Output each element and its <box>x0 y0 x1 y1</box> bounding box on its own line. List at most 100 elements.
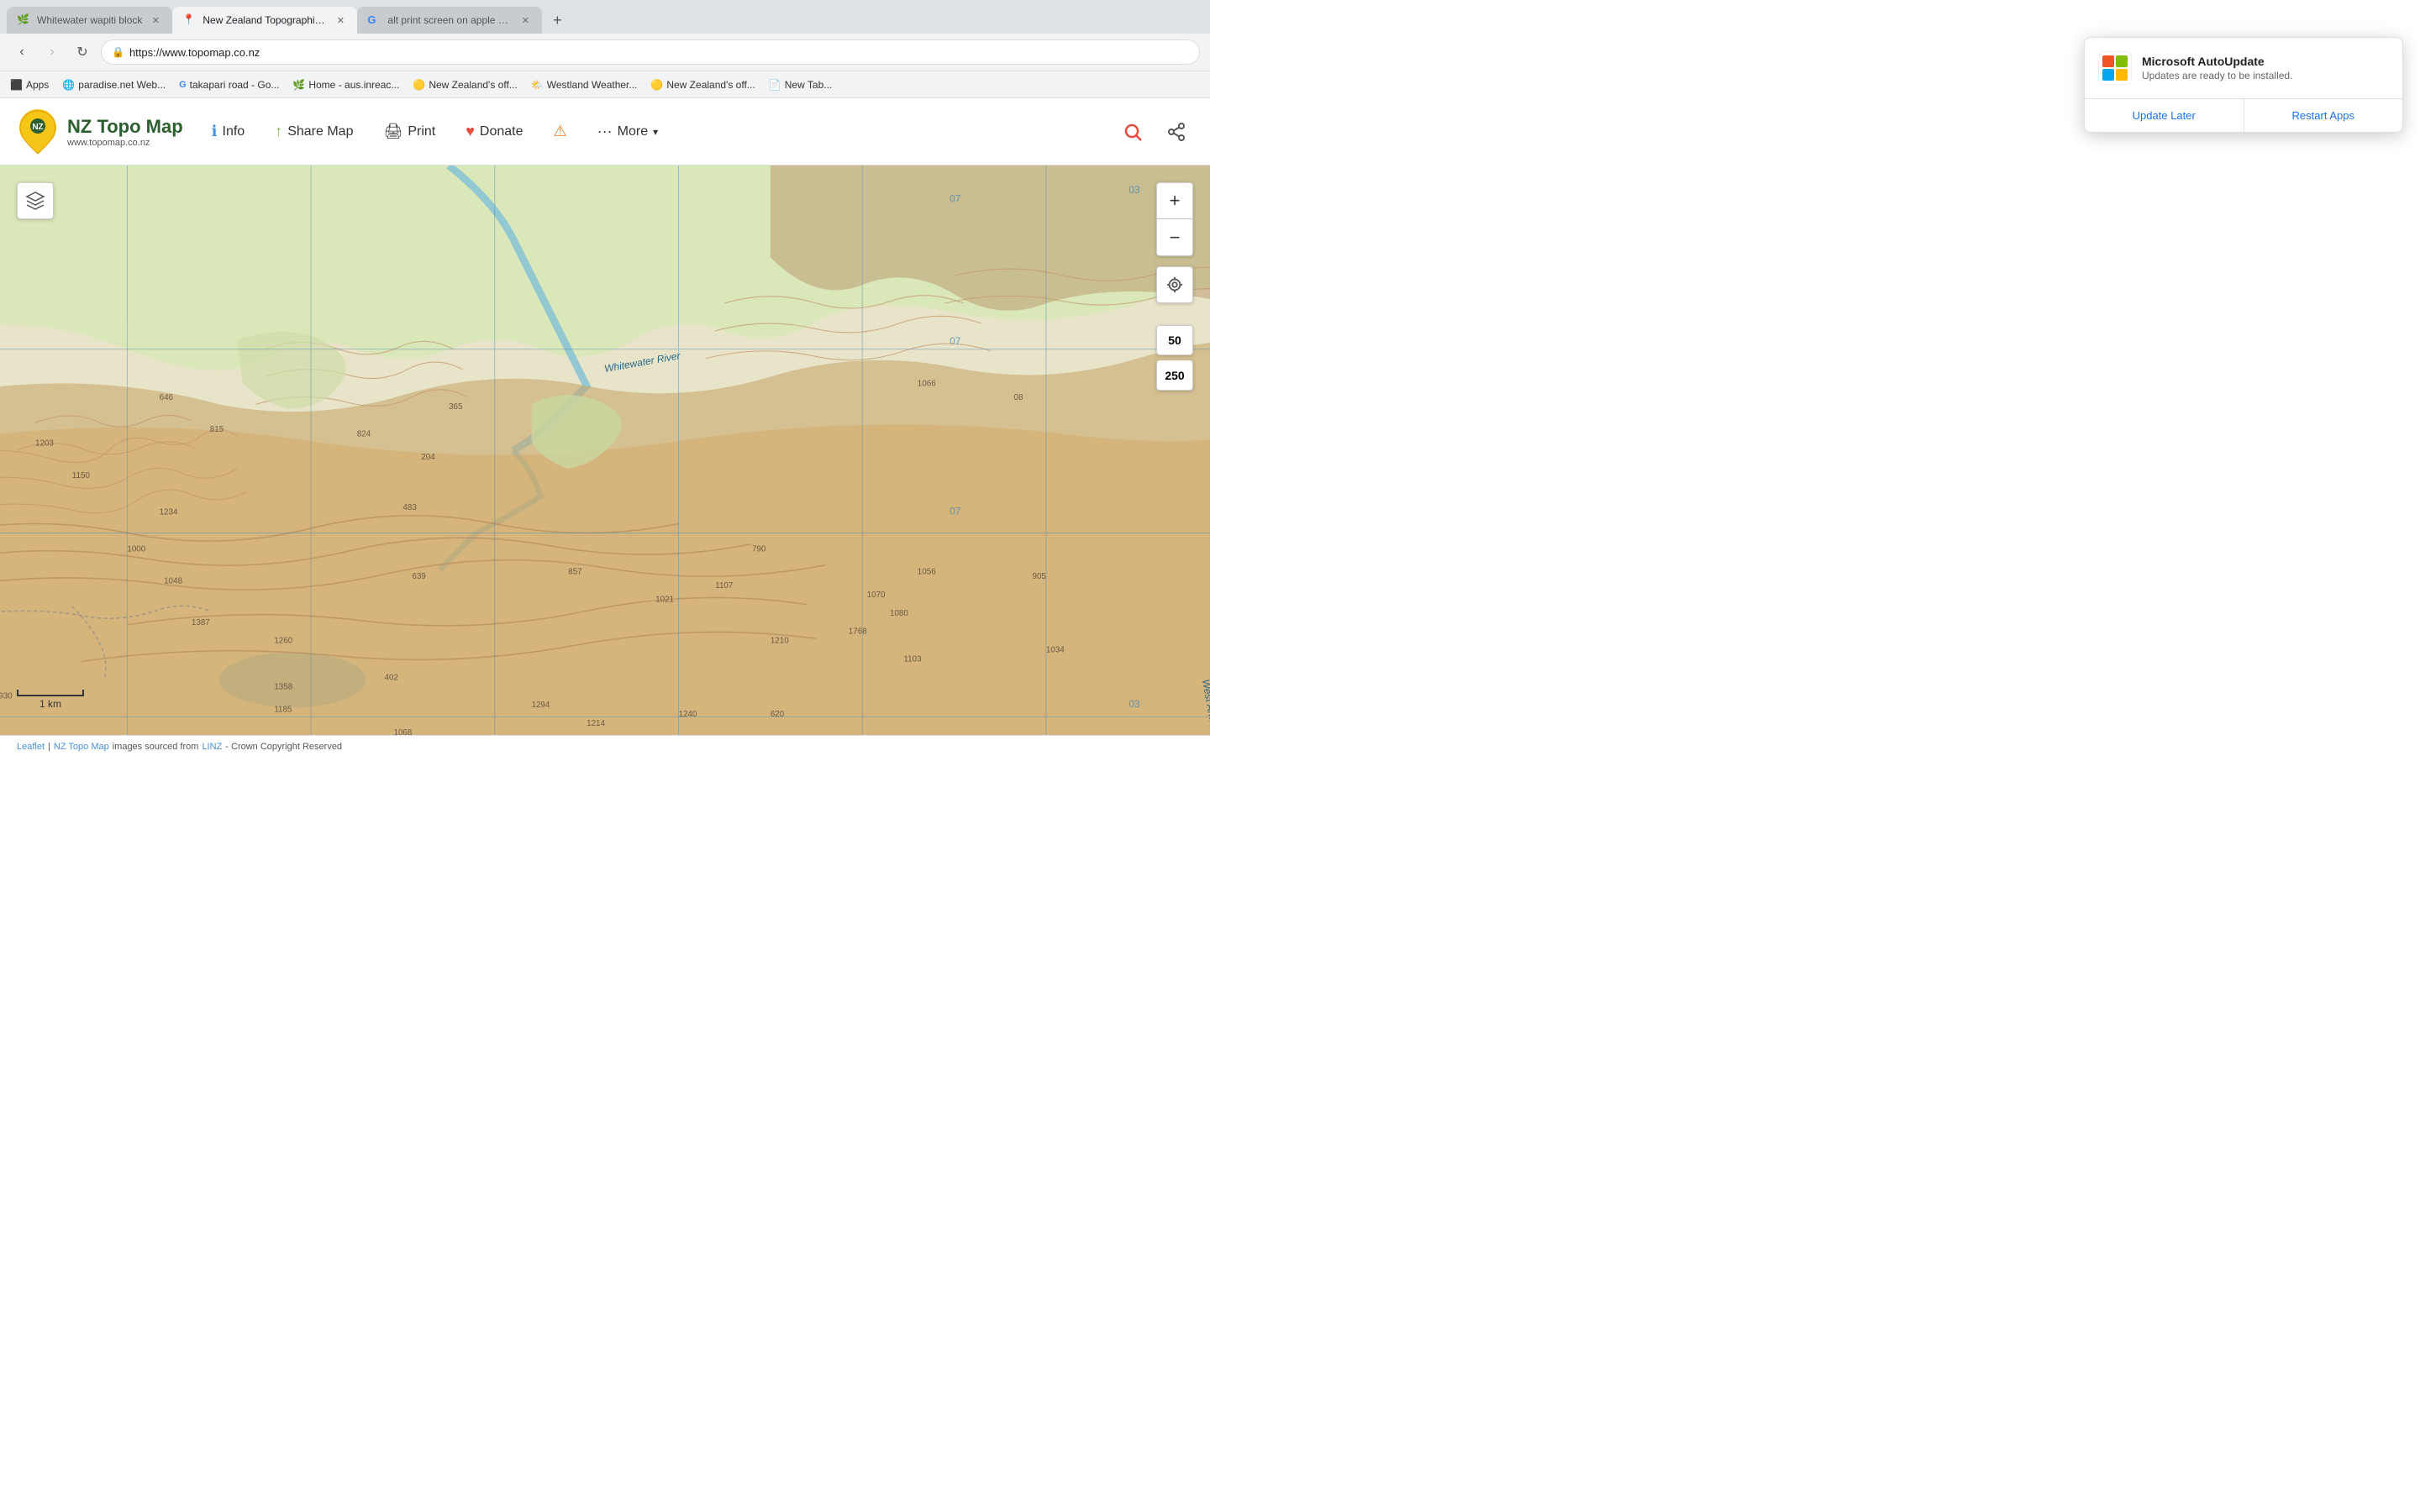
bookmark-westland-icon: 🌤️ <box>531 79 544 91</box>
map-container[interactable]: 07 07 07 03 03 646 815 824 1203 1150 123… <box>0 165 1210 735</box>
back-button[interactable]: ‹ <box>10 40 34 64</box>
zoom-in-button[interactable]: + <box>1156 182 1193 219</box>
info-icon: ℹ <box>212 123 218 140</box>
tab-nztopo[interactable]: 📍 New Zealand Topographic Map... ✕ <box>172 7 357 34</box>
location-icon <box>1165 276 1184 294</box>
ms-icon-blue <box>2102 69 2114 81</box>
svg-text:1234: 1234 <box>160 508 178 517</box>
zoom-out-button[interactable]: − <box>1156 219 1193 256</box>
search-icon <box>1123 122 1143 142</box>
forward-button[interactable]: › <box>40 40 64 64</box>
location-button[interactable] <box>1156 266 1193 303</box>
nav-more[interactable]: ··· More ▾ <box>586 116 670 147</box>
svg-text:1068: 1068 <box>393 728 412 735</box>
svg-text:1260: 1260 <box>274 637 292 646</box>
bookmark-nz-off2-label: New Zealand's off... <box>666 79 755 91</box>
tab-close-nztopo[interactable]: ✕ <box>334 13 347 27</box>
notification-popup: Microsoft AutoUpdate Updates are ready t… <box>2084 37 2403 133</box>
ms-icon-green <box>2116 55 2128 67</box>
bookmark-nz-off2[interactable]: 🟡 New Zealand's off... <box>650 79 755 91</box>
address-bar: ‹ › ↻ 🔒 https://www.topomap.co.nz <box>0 34 1210 71</box>
nav-share[interactable]: ↑ Share Map <box>263 116 365 147</box>
svg-text:NZ: NZ <box>32 123 43 132</box>
tab-google[interactable]: G alt print screen on apple ke... ✕ <box>357 7 542 34</box>
microsoft-autoupdate-icon <box>2098 51 2132 85</box>
nav-info[interactable]: ℹ Info <box>200 116 257 147</box>
header-actions <box>1116 115 1193 149</box>
nav-print[interactable]: 🖨 Print <box>371 116 447 147</box>
bookmark-paradise[interactable]: 🌐 paradise.net Web... <box>62 79 166 91</box>
bookmark-westland[interactable]: 🌤️ Westland Weather... <box>531 79 638 91</box>
nav-donate[interactable]: ♥ Donate <box>454 116 534 147</box>
tab-title-google: alt print screen on apple ke... <box>387 14 512 26</box>
nztopo-link[interactable]: NZ Topo Map <box>54 742 109 752</box>
lock-icon: 🔒 <box>112 46 124 58</box>
bookmark-new-tab[interactable]: 📄 New Tab... <box>769 79 832 91</box>
scale-50-button[interactable]: 50 <box>1156 325 1193 355</box>
alert-icon: ⚠ <box>554 123 567 140</box>
svg-text:905: 905 <box>1033 572 1047 581</box>
restart-apps-button[interactable]: Restart Apps <box>2244 99 2403 132</box>
svg-text:1021: 1021 <box>655 595 674 604</box>
nav-donate-label: Donate <box>480 124 523 139</box>
bookmark-home-inreach[interactable]: 🌿 Home - aus.inreac... <box>292 79 399 91</box>
nav-links: ℹ Info ↑ Share Map 🖨 Print ♥ Donate ⚠ ··… <box>200 116 1116 147</box>
share-icon: ↑ <box>275 123 282 140</box>
tab-favicon-google: G <box>367 13 381 27</box>
svg-text:815: 815 <box>210 425 224 434</box>
search-button[interactable] <box>1116 115 1150 149</box>
svg-text:07: 07 <box>950 335 961 347</box>
svg-text:824: 824 <box>357 430 371 439</box>
bookmark-takapari[interactable]: G takapari road - Go... <box>179 79 279 91</box>
map-layers-button[interactable] <box>17 182 54 219</box>
bookmark-nz-off1[interactable]: 🟡 New Zealand's off... <box>413 79 517 91</box>
nav-share-label: Share Map <box>287 124 353 139</box>
scale-line <box>17 690 84 696</box>
linz-link[interactable]: LINZ <box>202 742 222 752</box>
svg-text:646: 646 <box>160 393 174 402</box>
new-tab-button[interactable]: + <box>545 8 569 32</box>
leaflet-link[interactable]: Leaflet <box>17 742 45 752</box>
site-header: NZ NZ Topo Map www.topomap.co.nz ℹ Info … <box>0 98 1210 165</box>
logo-pin-icon: NZ <box>17 107 59 157</box>
svg-text:204: 204 <box>421 453 435 462</box>
logo-area[interactable]: NZ NZ Topo Map www.topomap.co.nz <box>17 107 183 157</box>
nav-alert[interactable]: ⚠ <box>542 116 579 147</box>
scale-ruler <box>17 690 84 696</box>
tab-close-whitewater[interactable]: ✕ <box>149 13 162 27</box>
bookmark-apps[interactable]: ⬛ Apps <box>10 79 49 91</box>
layers-icon <box>25 191 45 211</box>
url-text: https://www.topomap.co.nz <box>129 46 1189 59</box>
svg-text:1034: 1034 <box>1046 646 1065 655</box>
svg-text:1056: 1056 <box>918 568 936 577</box>
bookmark-new-tab-icon: 📄 <box>769 79 781 91</box>
bookmark-home-icon: 🌿 <box>292 79 305 91</box>
svg-text:1070: 1070 <box>867 591 886 600</box>
scale-label: 1 km <box>39 698 61 710</box>
url-bar[interactable]: 🔒 https://www.topomap.co.nz <box>101 39 1200 65</box>
update-later-button[interactable]: Update Later <box>2085 99 2244 132</box>
svg-text:1294: 1294 <box>532 701 550 710</box>
nav-info-label: Info <box>223 124 245 139</box>
scale-250-button[interactable]: 250 <box>1156 360 1193 391</box>
tab-title-nztopo: New Zealand Topographic Map... <box>203 14 327 26</box>
svg-text:1387: 1387 <box>192 618 210 627</box>
footer-separator: | <box>48 742 50 752</box>
ms-icon-yellow <box>2116 69 2128 81</box>
nav-more-label: More <box>618 124 648 139</box>
bookmark-home-label: Home - aus.inreac... <box>308 79 399 91</box>
tab-close-google[interactable]: ✕ <box>518 13 532 27</box>
refresh-button[interactable]: ↻ <box>71 40 94 64</box>
svg-text:1107: 1107 <box>715 581 733 591</box>
tab-whitewater[interactable]: 🌿 Whitewater wapiti block ✕ <box>7 7 172 34</box>
share-action-button[interactable] <box>1160 115 1193 149</box>
logo-text-area: NZ Topo Map www.topomap.co.nz <box>67 116 183 148</box>
bookmark-takapari-label: takapari road - Go... <box>190 79 280 91</box>
bookmark-paradise-icon: 🌐 <box>62 79 75 91</box>
bookmark-westland-label: Westland Weather... <box>547 79 638 91</box>
logo-sub-text: www.topomap.co.nz <box>67 138 183 148</box>
svg-text:03: 03 <box>1128 698 1140 710</box>
notification-text: Microsoft AutoUpdate Updates are ready t… <box>2142 55 2389 81</box>
notification-subtitle: Updates are ready to be installed. <box>2142 70 2389 81</box>
svg-text:483: 483 <box>402 503 417 512</box>
